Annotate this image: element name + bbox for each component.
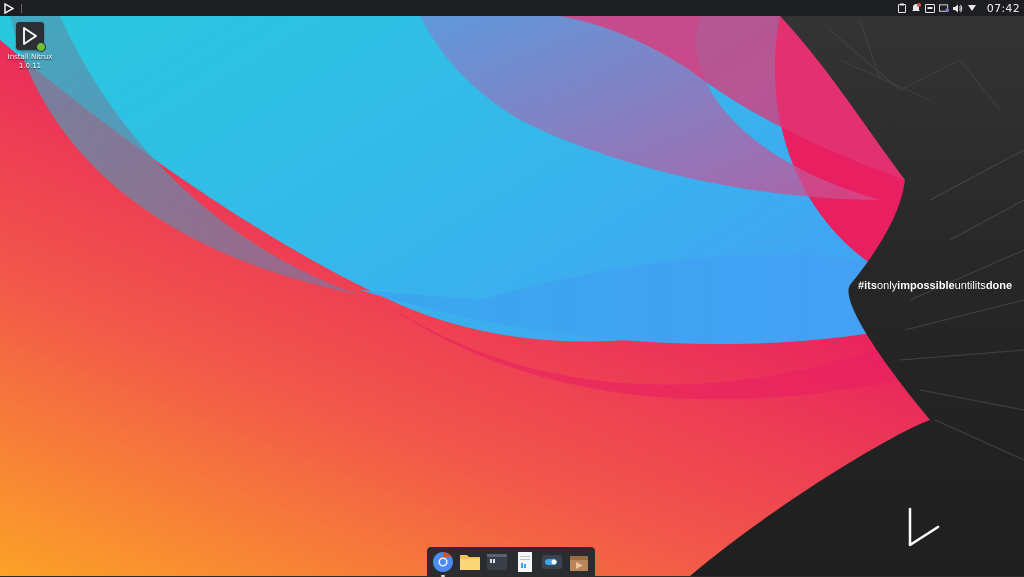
- file-manager-icon[interactable]: [459, 551, 481, 573]
- terminal-icon[interactable]: [486, 551, 508, 573]
- wallpaper-slogan: #itsonlyimpossibleuntilitsdone: [858, 280, 1012, 292]
- slogan-part: impossible: [897, 280, 955, 292]
- nitrux-installer-icon: [16, 22, 46, 52]
- panel-separator: [21, 3, 22, 13]
- system-tray: 07:42: [897, 0, 1024, 16]
- dock: [427, 547, 595, 577]
- top-panel: 07:42: [0, 0, 1024, 16]
- nitrux-watermark-icon: [908, 507, 940, 547]
- keyboard-icon[interactable]: [924, 3, 935, 13]
- notifications-icon[interactable]: [911, 3, 921, 13]
- slogan-part: only: [876, 280, 898, 292]
- desktop-icon-install-nitrux[interactable]: Install Nitrux 1.0.11: [6, 22, 54, 71]
- display-icon[interactable]: [938, 3, 949, 13]
- chromium-icon[interactable]: [432, 551, 454, 577]
- volume-icon[interactable]: [952, 3, 963, 13]
- download-badge-icon: [36, 42, 46, 52]
- package-installer-icon[interactable]: [568, 551, 590, 573]
- slogan-part: done: [985, 280, 1013, 292]
- desktop-icon-label-name: Install Nitrux: [7, 53, 53, 61]
- slogan-part: #its: [858, 280, 877, 292]
- settings-icon[interactable]: [541, 551, 563, 573]
- slogan-part: untilits: [954, 280, 986, 292]
- clipboard-icon[interactable]: [897, 3, 907, 13]
- nitrux-logo-icon[interactable]: [3, 2, 15, 14]
- network-icon[interactable]: [967, 3, 977, 13]
- text-editor-icon[interactable]: [514, 551, 536, 573]
- desktop-icon-label-version: 1.0.11: [18, 62, 42, 70]
- clock[interactable]: 07:42: [987, 2, 1020, 15]
